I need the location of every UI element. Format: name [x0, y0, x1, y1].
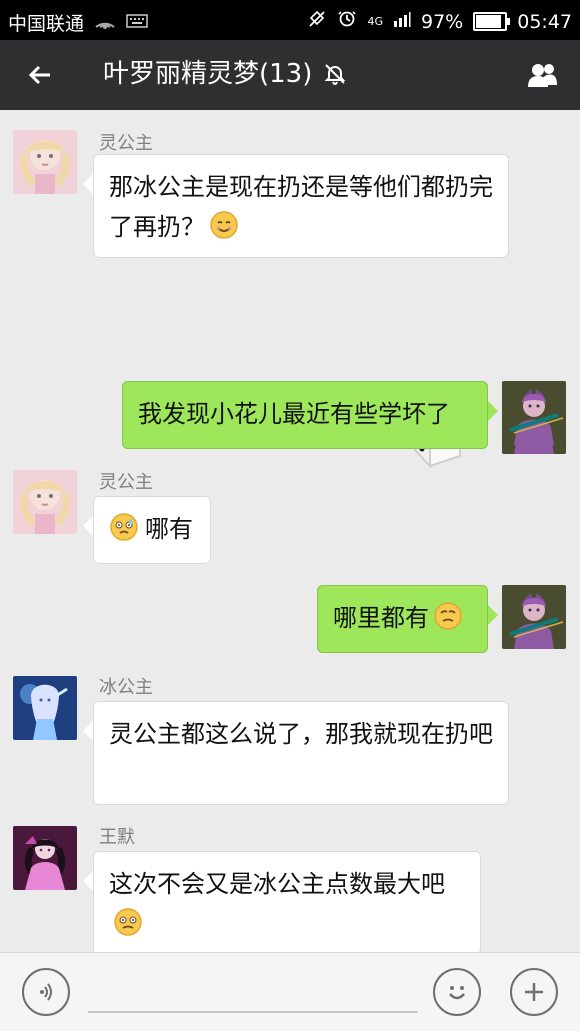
chat-header: 叶罗丽精灵梦(13): [0, 40, 580, 110]
battery-percent: 97%: [421, 10, 464, 33]
more-actions-button[interactable]: [510, 968, 558, 1016]
message-text: 哪里都有: [333, 604, 429, 632]
smug-emoji-icon: [433, 601, 463, 631]
message-bubble-incoming[interactable]: 灵公主都这么说了，那我就现在扔吧: [83, 701, 509, 805]
alarm-icon: [337, 9, 357, 34]
silent-icon: [307, 9, 327, 34]
confused-emoji-icon: [113, 907, 143, 937]
mute-icon: [322, 61, 348, 87]
battery-fill: [476, 15, 502, 28]
avatar-ling-gongzhu[interactable]: [13, 130, 77, 194]
signal-icon: [94, 11, 116, 34]
avatar-ling-gongzhu[interactable]: [13, 470, 77, 534]
message-text: 这次不会又是冰公主点数最大吧: [109, 870, 445, 898]
avatar-bing-gongzhu[interactable]: [13, 676, 77, 740]
back-button[interactable]: [18, 53, 62, 97]
sender-name: 冰公主: [99, 677, 153, 698]
message-bubble-outgoing[interactable]: 我发现小花儿最近有些学坏了: [122, 381, 498, 449]
time-label: 05:47: [517, 10, 572, 33]
network-type-label: 4G: [367, 15, 383, 28]
avatar-self[interactable]: [502, 585, 566, 649]
message-bubble-incoming[interactable]: 这次不会又是冰公主点数最大吧: [83, 851, 481, 952]
chat-area: 灵公主 那冰公主是现在扔还是等他们都扔完了再扔？ 我发现小花儿最近有些学坏了 灵…: [0, 110, 580, 952]
avatar-wang-mo[interactable]: [13, 826, 77, 890]
message-bubble-outgoing[interactable]: 哪里都有: [317, 585, 498, 653]
sender-name: 王默: [99, 827, 135, 848]
group-members-icon: [528, 64, 557, 87]
message-input-line[interactable]: [88, 1011, 418, 1013]
emoji-button[interactable]: [433, 968, 481, 1016]
voice-icon: [40, 983, 52, 1001]
status-left: 中国联通: [8, 9, 148, 36]
composer-bar: [0, 952, 580, 1031]
message-text: 我发现小花儿最近有些学坏了: [138, 400, 450, 428]
status-right: 4G 97% 05:47: [307, 9, 572, 34]
avatar-self[interactable]: [502, 381, 566, 445]
chat-title: 叶罗丽精灵梦(13): [103, 59, 313, 89]
sender-name: 灵公主: [99, 472, 153, 493]
sender-name: 灵公主: [99, 133, 153, 154]
message-bubble-incoming[interactable]: 那冰公主是现在扔还是等他们都扔完了再扔？: [83, 154, 509, 258]
emoji-icon: [449, 986, 465, 1000]
message-text: 那冰公主是现在扔还是等他们都扔完了再扔？: [109, 173, 493, 241]
cell-signal-icon: [393, 10, 411, 33]
message-text: 哪有: [145, 515, 193, 543]
keyboard-icon: [126, 12, 148, 34]
group-members-button[interactable]: [518, 53, 566, 97]
message-text: 灵公主都这么说了，那我就现在扔吧: [109, 720, 493, 748]
carrier-label: 中国联通: [8, 13, 85, 35]
battery-icon: [473, 12, 511, 31]
sweat-emoji-icon: [109, 512, 139, 542]
chat-title-wrap: 叶罗丽精灵梦(13): [103, 57, 348, 91]
back-arrow-icon: [28, 65, 50, 85]
smile-emoji-icon: [209, 210, 239, 240]
status-bar: 中国联通 4G 97% 05:47: [0, 0, 580, 40]
message-bubble-incoming[interactable]: 哪有: [83, 496, 211, 564]
plus-icon: [525, 983, 543, 1001]
voice-input-button[interactable]: [22, 968, 70, 1016]
